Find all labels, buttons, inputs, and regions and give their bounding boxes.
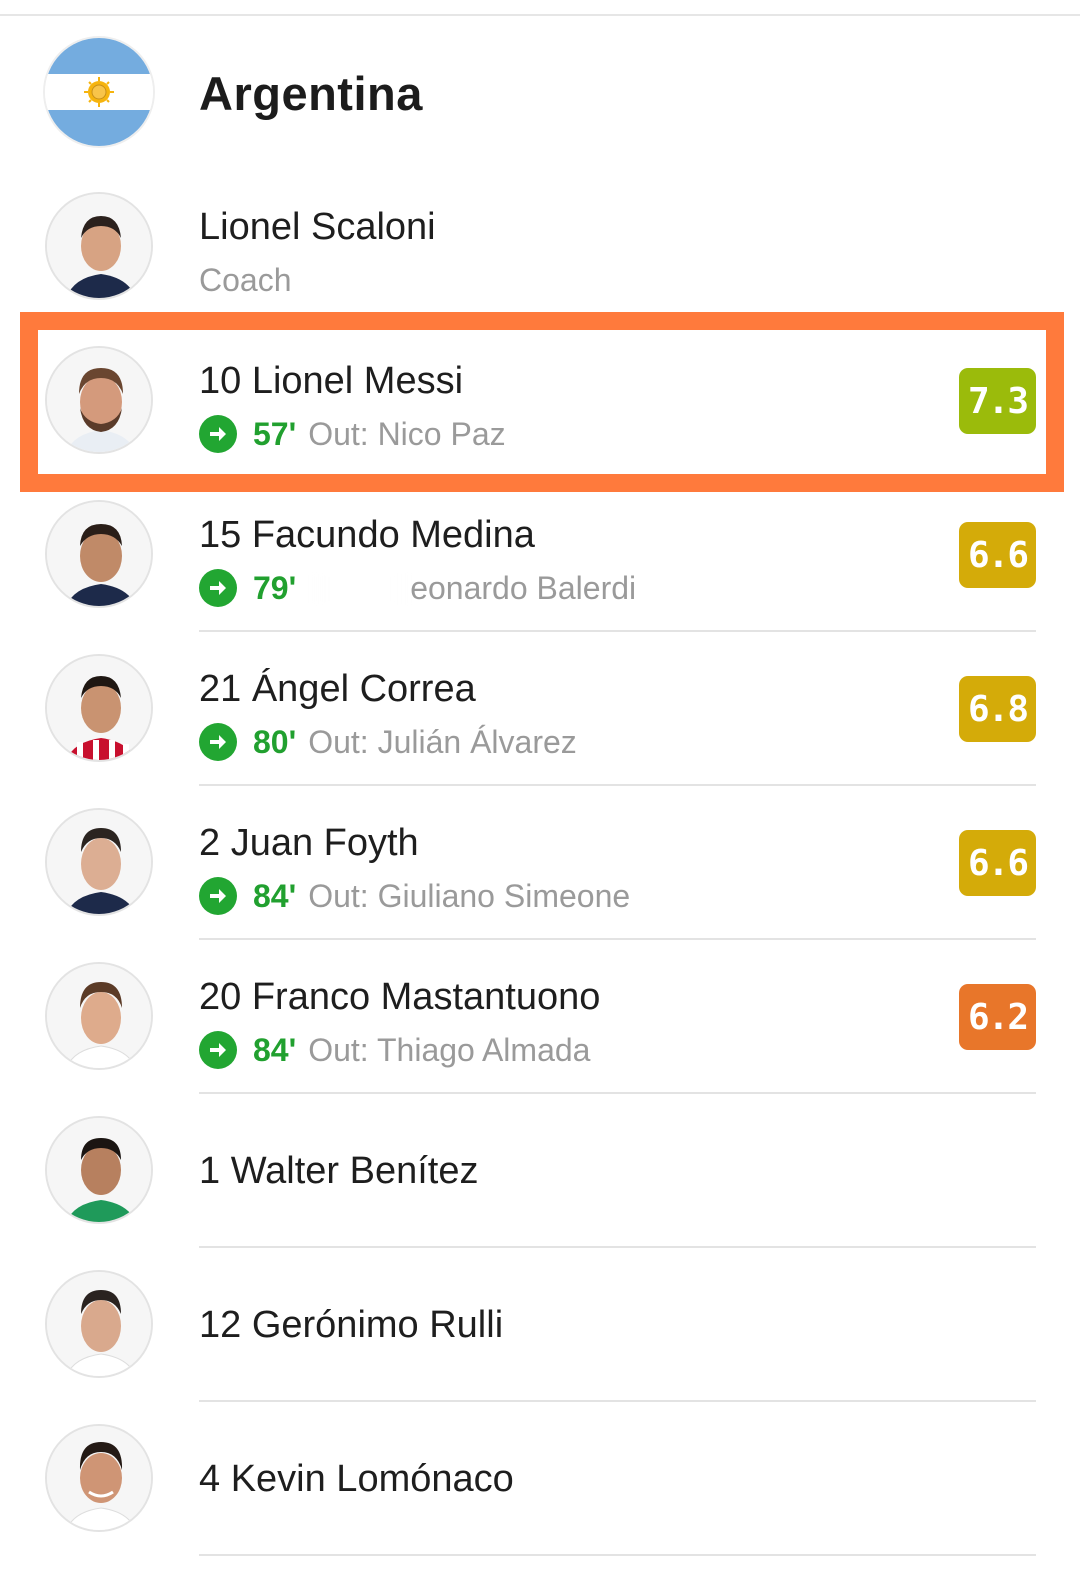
coach-role: Coach: [199, 261, 292, 298]
row-divider: [199, 1246, 1036, 1248]
player-row[interactable]: 15 Facundo Medina 79' eonardo Balerdi 6.…: [0, 500, 1080, 654]
substitution-info: 84' Out: Thiago Almada: [199, 1030, 590, 1070]
player-row[interactable]: 1 Walter Benítez: [0, 1116, 1080, 1270]
substitution-in-icon: [199, 1031, 237, 1069]
substitution-minute: 79': [253, 569, 297, 606]
player-row[interactable]: 21 Ángel Correa 80' Out: Julián Álvarez …: [0, 654, 1080, 808]
player-row[interactable]: 4 Kevin Lomónaco: [0, 1424, 1080, 1578]
substitution-in-icon: [199, 723, 237, 761]
player-avatar: [45, 962, 153, 1070]
player-rating-badge: 6.8: [959, 676, 1036, 742]
player-name: 20 Franco Mastantuono: [199, 976, 601, 1018]
substituted-out-player: eonardo Balerdi: [410, 569, 637, 606]
substitution-minute: 84': [253, 877, 297, 914]
player-name: 1 Walter Benítez: [199, 1150, 479, 1192]
player-avatar: [45, 808, 153, 916]
player-name: 12 Gerónimo Rulli: [199, 1304, 504, 1346]
player-avatar: [45, 1116, 153, 1224]
coach-name: Lionel Scaloni: [199, 206, 436, 248]
player-name: 15 Facundo Medina: [199, 514, 535, 556]
row-divider: [199, 1400, 1036, 1402]
player-avatar: [45, 1270, 153, 1378]
player-name: 4 Kevin Lomónaco: [199, 1458, 514, 1500]
team-header[interactable]: Argentina: [0, 38, 1080, 148]
player-name: 21 Ángel Correa: [199, 668, 476, 710]
substituted-out-player: Out: Thiago Almada: [308, 1031, 591, 1068]
row-divider: [199, 784, 1036, 786]
substitution-info: 80' Out: Julián Álvarez: [199, 722, 577, 762]
substitution-info: 84' Out: Giuliano Simeone: [199, 876, 630, 916]
row-divider: [199, 630, 1036, 632]
substitution-in-icon: [199, 877, 237, 915]
substituted-out-player: Out: Giuliano Simeone: [308, 877, 631, 914]
substituted-out-player: Out: Julián Álvarez: [308, 723, 577, 760]
row-divider: [199, 938, 1036, 940]
player-name: 2 Juan Foyth: [199, 822, 419, 864]
team-name: Argentina: [199, 67, 423, 120]
player-rating-badge: 6.6: [959, 830, 1036, 896]
substitution-minute: 80': [253, 723, 297, 760]
player-row[interactable]: 20 Franco Mastantuono 84' Out: Thiago Al…: [0, 962, 1080, 1116]
coach-avatar: [45, 192, 153, 300]
player-row[interactable]: 2 Juan Foyth 84' Out: Giuliano Simeone 6…: [0, 808, 1080, 962]
blurred-region: [310, 572, 410, 606]
argentina-flag-icon: [45, 38, 153, 146]
substitution-info: 79' eonardo Balerdi: [199, 568, 636, 608]
row-divider: [199, 1092, 1036, 1094]
highlight-frame: [20, 312, 1064, 492]
player-avatar: [45, 1424, 153, 1532]
substitution-in-icon: [199, 569, 237, 607]
player-row[interactable]: 12 Gerónimo Rulli: [0, 1270, 1080, 1424]
top-divider: [0, 14, 1080, 16]
player-rating-badge: 6.6: [959, 522, 1036, 588]
player-avatar: [45, 654, 153, 762]
player-avatar: [45, 500, 153, 608]
player-rating-badge: 6.2: [959, 984, 1036, 1050]
substitution-minute: 84': [253, 1031, 297, 1068]
